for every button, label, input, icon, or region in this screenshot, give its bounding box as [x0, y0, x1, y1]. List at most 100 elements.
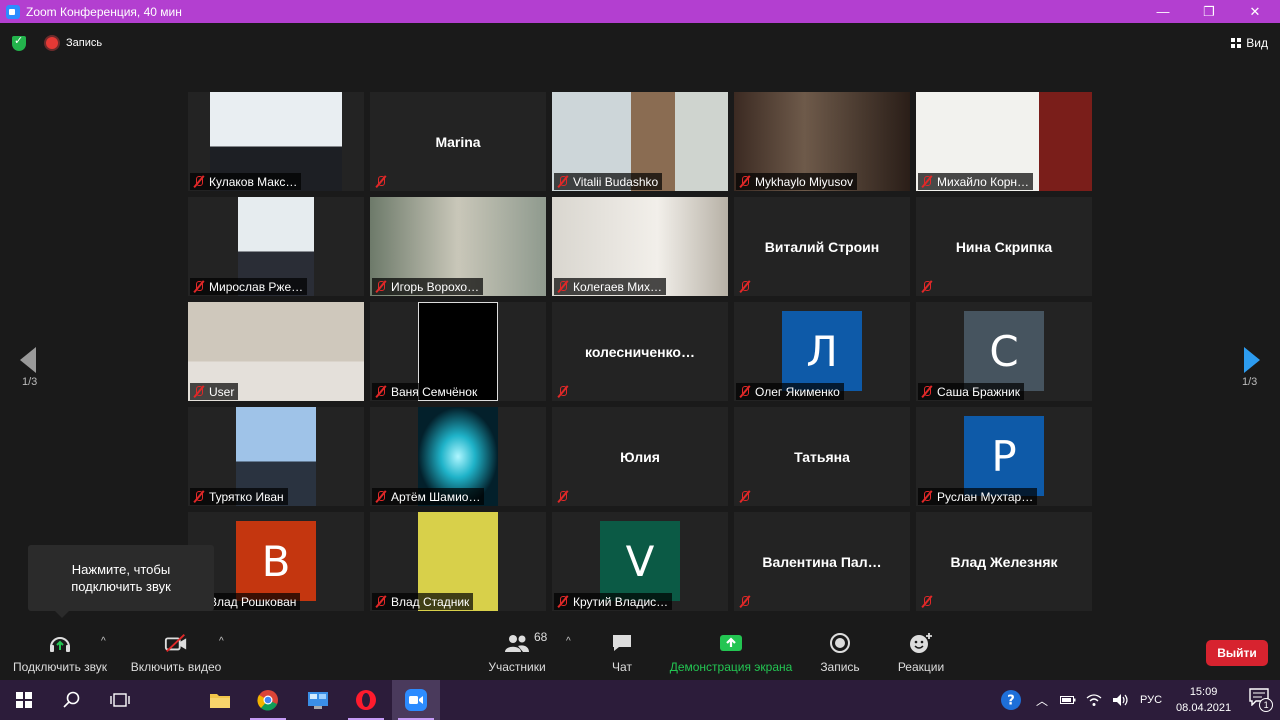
close-button[interactable]: ✕ — [1232, 0, 1278, 23]
task-view-icon[interactable] — [96, 680, 144, 720]
share-screen-icon — [719, 632, 743, 654]
muted-mic-icon — [920, 595, 933, 608]
share-screen-label: Демонстрация экрана — [669, 660, 793, 674]
title-bar: Zoom Конференция, 40 мин — ❐ ✕ — [0, 0, 1280, 23]
participant-tile[interactable]: Влад Железняк — [916, 512, 1092, 611]
muted-mic-icon — [192, 385, 205, 398]
clock[interactable]: 15:09 08.04.2021 — [1176, 684, 1231, 716]
participant-tile[interactable]: Игорь Ворохо… — [370, 197, 546, 296]
zoom-taskbar-icon[interactable] — [392, 680, 440, 720]
control-panel-icon[interactable] — [294, 680, 342, 720]
restore-button[interactable]: ❐ — [1186, 0, 1232, 23]
chrome-icon[interactable] — [244, 680, 292, 720]
participant-name-display: колесниченко… — [585, 343, 695, 360]
opera-icon[interactable] — [342, 680, 390, 720]
participant-name-label: Мирослав Рже… — [209, 279, 304, 294]
participant-caption: Михайло Корн… — [918, 173, 1034, 190]
participant-name-label: Крутий Владис… — [573, 594, 669, 609]
tooltip-line-1: Нажмите, чтобы — [71, 562, 171, 577]
participant-name-display: Нина Скрипка — [955, 238, 1053, 255]
headphones-icon — [48, 632, 72, 654]
participant-tile[interactable]: Виталий Строин — [734, 197, 910, 296]
muted-mic-icon — [920, 490, 933, 503]
start-video-label: Включить видео — [130, 660, 222, 674]
participant-name-display: Юлия — [620, 448, 660, 465]
participant-tile[interactable]: Marina — [370, 92, 546, 191]
meeting-controls: Подключить звук ^ Включить видео ^ 68 Уч… — [0, 628, 1280, 680]
participant-tile[interactable]: Валентина Пал… — [734, 512, 910, 611]
participant-tile[interactable]: Mykhaylo Miyusov — [734, 92, 910, 191]
participant-tile[interactable]: V Крутий Владис… — [552, 512, 728, 611]
participant-tile[interactable]: Михайло Корн… — [916, 92, 1092, 191]
participants-options-caret-icon[interactable]: ^ — [566, 636, 571, 647]
participant-tile[interactable]: Ваня Семчёнок — [370, 302, 546, 401]
tray-expand-icon[interactable]: ︿ — [1036, 692, 1048, 709]
participant-tile[interactable]: С Саша Бражник — [916, 302, 1092, 401]
participant-tile[interactable]: Колегаев Мих… — [552, 197, 728, 296]
video-options-caret-icon[interactable]: ^ — [219, 636, 224, 647]
join-audio-button[interactable]: Подключить звук — [8, 628, 112, 680]
participant-name-display: Валентина Пал… — [762, 553, 882, 570]
video-off-icon — [164, 632, 188, 654]
participant-tile[interactable]: Р Руслан Мухтар… — [916, 407, 1092, 506]
record-button[interactable]: Запись — [814, 628, 866, 680]
participant-tile[interactable]: User — [188, 302, 364, 401]
participant-tile[interactable]: Кулаков Макс… — [188, 92, 364, 191]
recording-indicator-icon — [46, 37, 58, 49]
grid-view-icon — [1231, 38, 1242, 48]
file-explorer-icon[interactable] — [196, 680, 244, 720]
participant-tile[interactable]: Татьяна — [734, 407, 910, 506]
participant-caption — [554, 488, 577, 505]
participant-name-display: Татьяна — [794, 448, 850, 465]
participant-name-label: Турятко Иван — [209, 489, 284, 504]
meeting-top-bar: Запись Вид — [0, 23, 1280, 63]
participant-name-display: Marina — [435, 133, 481, 150]
windows-start-icon[interactable] — [0, 680, 48, 720]
notification-count: 1 — [1259, 698, 1274, 712]
security-shield-icon[interactable] — [12, 34, 26, 51]
muted-mic-icon — [192, 175, 205, 188]
input-language[interactable]: РУС — [1140, 694, 1162, 706]
leave-meeting-button[interactable]: Выйти — [1206, 640, 1268, 666]
participants-label: Участники — [488, 660, 546, 674]
participant-tile[interactable]: Нина Скрипка — [916, 197, 1092, 296]
participant-tile[interactable]: колесниченко… — [552, 302, 728, 401]
clock-time: 15:09 — [1189, 686, 1218, 698]
help-icon[interactable]: ? — [1000, 689, 1022, 711]
participant-name-label: Кулаков Макс… — [209, 174, 298, 189]
notifications-icon[interactable]: 1 — [1249, 688, 1274, 712]
participant-caption — [918, 593, 941, 610]
participant-name-display: Виталий Строин — [764, 238, 880, 255]
participants-icon: 68 — [492, 630, 547, 654]
reactions-button[interactable]: Реакции — [894, 628, 948, 680]
participant-tile[interactable]: Vitalii Budashko — [552, 92, 728, 191]
participant-tile[interactable]: Мирослав Рже… — [188, 197, 364, 296]
participant-tile[interactable]: Л Олег Якименко — [734, 302, 910, 401]
volume-icon[interactable] — [1112, 693, 1130, 707]
view-button[interactable]: Вид — [1231, 36, 1268, 50]
muted-mic-icon — [738, 175, 751, 188]
participant-name-label: Олег Якименко — [755, 384, 840, 399]
record-label: Запись — [820, 660, 860, 674]
search-icon[interactable] — [48, 680, 96, 720]
wifi-icon[interactable] — [1086, 693, 1102, 707]
minimize-button[interactable]: — — [1140, 0, 1186, 23]
participant-name-label: Влад Стадник — [391, 594, 470, 609]
participant-caption: Мирослав Рже… — [190, 278, 308, 295]
muted-mic-icon — [920, 385, 933, 398]
participant-tile[interactable]: Влад Стадник — [370, 512, 546, 611]
participant-tile[interactable]: Юлия — [552, 407, 728, 506]
participant-tile[interactable]: Артём Шамио… — [370, 407, 546, 506]
start-video-button[interactable]: Включить видео — [128, 628, 224, 680]
audio-options-caret-icon[interactable]: ^ — [101, 636, 106, 647]
participant-name-display: Влад Железняк — [950, 553, 1058, 570]
share-screen-button[interactable]: Демонстрация экрана — [666, 628, 796, 680]
participants-button[interactable]: 68 Участники — [484, 628, 550, 680]
participant-tile[interactable]: В Влад Рошкован — [188, 512, 364, 611]
chat-button[interactable]: Чат — [598, 628, 646, 680]
battery-icon[interactable] — [1060, 694, 1076, 706]
windows-taskbar: ? ︿ РУС 15:09 08.04.2021 1 — [0, 680, 1280, 720]
participant-caption: Игорь Ворохо… — [372, 278, 484, 295]
participant-tile[interactable]: Турятко Иван — [188, 407, 364, 506]
participant-caption — [372, 173, 395, 190]
